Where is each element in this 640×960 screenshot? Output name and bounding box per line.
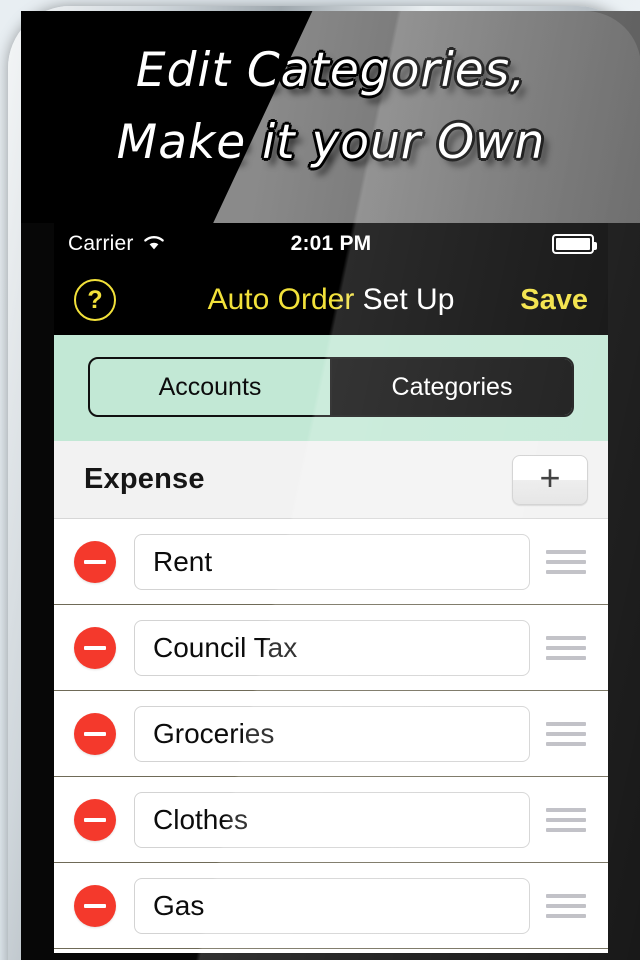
category-name-input[interactable]: Rent [134,533,530,590]
add-category-button[interactable]: + [512,454,588,505]
minus-circle-icon[interactable] [74,712,116,755]
promo-canvas: Edit Categories, Make it your Own Carrie… [0,0,640,960]
minus-circle-icon[interactable] [74,540,116,583]
tab-accounts[interactable]: Accounts [90,359,330,415]
reorder-handle-icon[interactable] [546,893,586,918]
tab-categories[interactable]: Categories [330,359,572,415]
battery-fill [556,238,590,250]
minus-bar [84,903,106,908]
minus-bar [84,645,106,650]
battery-full-icon [552,234,597,254]
category-list: Rent Council Tax Groceries Clothes Gas [54,519,608,949]
handle-line [546,731,586,736]
handle-line [546,635,586,640]
reorder-handle-icon[interactable] [546,635,586,660]
page-title-accent: Auto Order [207,283,355,316]
plus-icon: + [539,457,561,498]
minus-circle-icon[interactable] [74,626,116,669]
promo-header: Edit Categories, Make it your Own [21,11,640,223]
page-title-plain: Set Up [354,283,455,316]
save-button[interactable]: Save [520,284,588,317]
promo-headline: Edit Categories, Make it your Own [116,43,546,170]
reorder-handle-icon[interactable] [546,721,586,746]
table-row[interactable]: Clothes [54,777,608,863]
navigation-bar: ? Auto Order Set Up Save [54,265,608,335]
segmented-control-container: Accounts Categories [54,335,608,441]
section-title: Expense [84,463,205,495]
category-name-input[interactable]: Gas [134,877,530,934]
handle-line [546,655,586,660]
handle-line [546,807,586,812]
device-body: Edit Categories, Make it your Own Carrie… [21,11,640,960]
minus-bar [84,731,106,736]
table-row[interactable]: Gas [54,863,608,949]
minus-circle-icon[interactable] [74,798,116,841]
handle-line [546,645,586,650]
battery-cap [594,242,597,250]
section-header-expense: Expense + [54,441,608,519]
status-bar-time: 2:01 PM [290,232,372,255]
device-frame: Edit Categories, Make it your Own Carrie… [8,6,640,960]
reorder-handle-icon[interactable] [546,807,586,832]
handle-line [546,741,586,746]
status-bar: Carrier 2:01 PM [54,223,608,265]
category-name-input[interactable]: Groceries [134,705,530,762]
category-name-input[interactable]: Clothes [134,791,530,848]
handle-line [546,559,586,564]
handle-line [546,893,586,898]
handle-line [546,913,586,918]
category-name-input[interactable]: Council Tax [134,619,530,676]
handle-line [546,817,586,822]
handle-line [546,827,586,832]
minus-circle-icon[interactable] [74,884,116,927]
table-row[interactable]: Council Tax [54,605,608,691]
minus-bar [84,817,106,822]
reorder-handle-icon[interactable] [546,549,586,574]
handle-line [546,569,586,574]
segmented-control[interactable]: Accounts Categories [88,357,574,417]
table-row[interactable]: Groceries [54,691,608,777]
table-row[interactable]: Rent [54,519,608,605]
handle-line [546,721,586,726]
handle-line [546,903,586,908]
phone-screen: Carrier 2:01 PM ? Auto Order Set Up Save… [54,223,608,953]
handle-line [546,549,586,554]
minus-bar [84,559,106,564]
status-bar-right [552,223,597,265]
